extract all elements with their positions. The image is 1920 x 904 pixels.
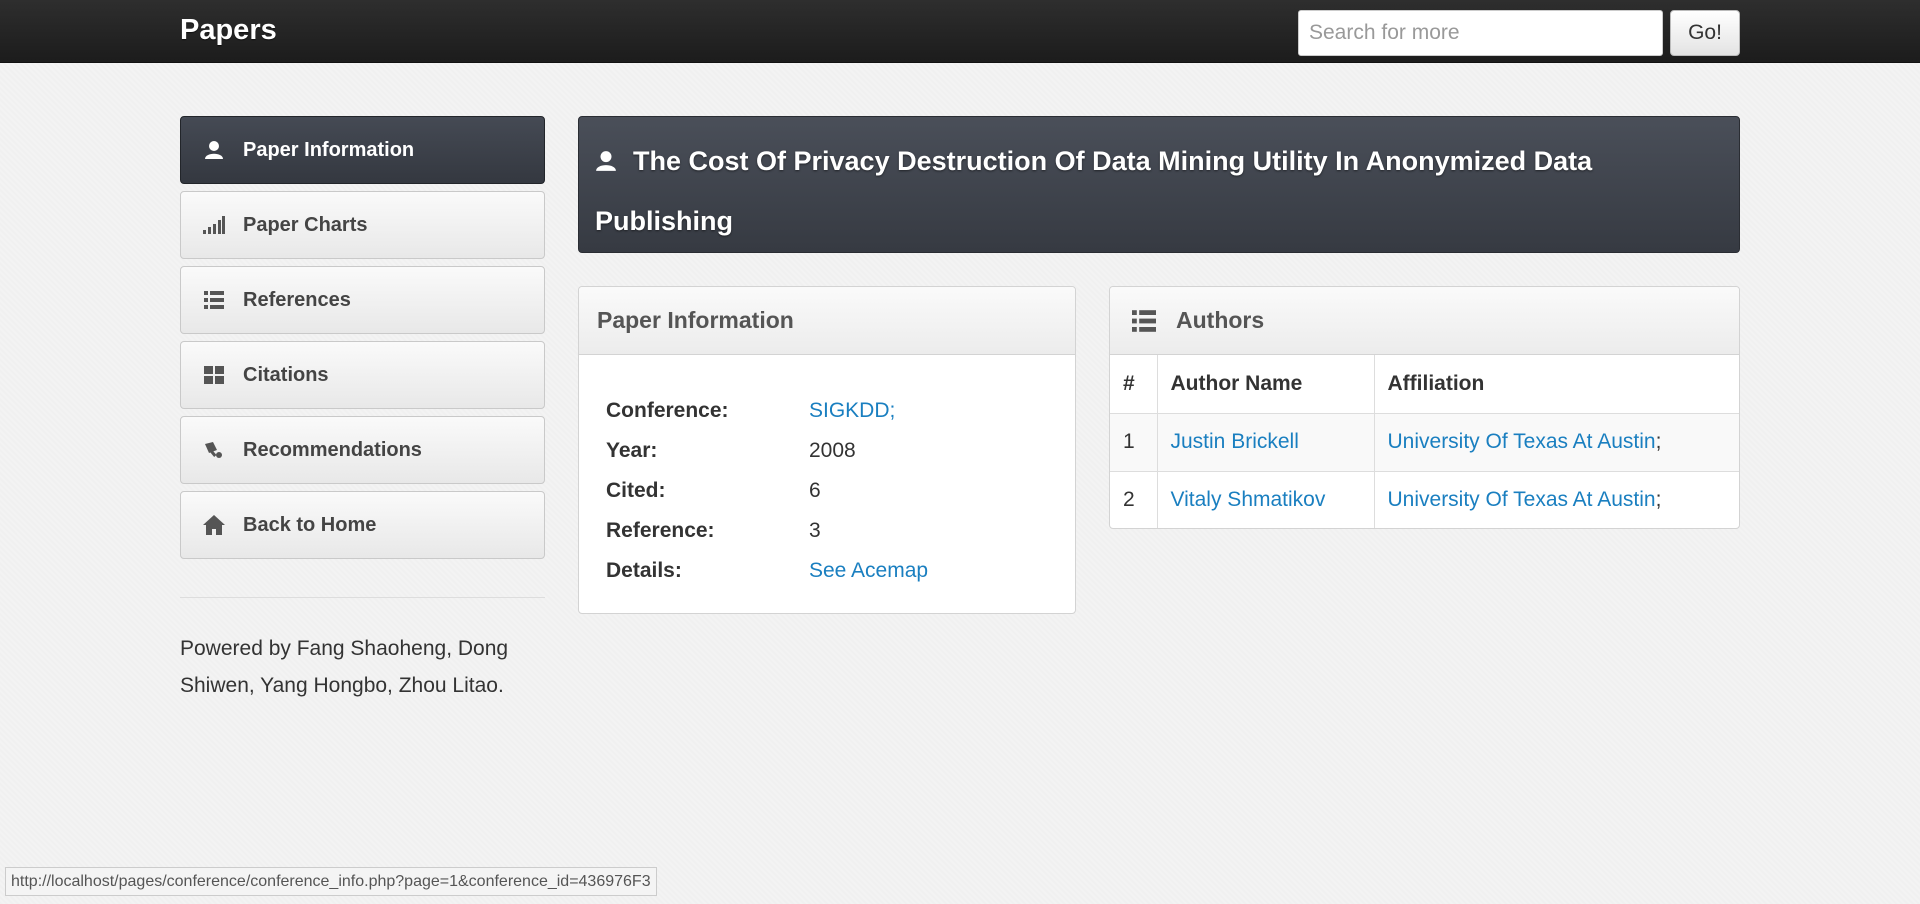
user-icon xyxy=(595,133,617,171)
column-header-number: # xyxy=(1110,355,1158,414)
table-row: 1 Justin Brickell University Of Texas At… xyxy=(1110,413,1739,472)
sidebar-item-paper-charts[interactable]: Paper Charts xyxy=(180,191,545,259)
satellite-icon xyxy=(199,439,229,461)
sidebar-item-label: Recommendations xyxy=(243,438,422,461)
sidebar-item-label: Paper Information xyxy=(243,138,415,161)
info-row-year: Year: 2008 xyxy=(606,431,1075,471)
info-label: Reference: xyxy=(606,519,715,542)
table-header-row: # Author Name Affiliation xyxy=(1110,355,1739,414)
paper-information-panel: Paper Information Conference: SIGKDD; Ye… xyxy=(578,286,1076,614)
panel-header: Paper Information xyxy=(579,287,1075,355)
paper-info-list: Conference: SIGKDD; Year: 2008 Cited: 6 … xyxy=(579,355,1075,591)
author-name-link[interactable]: Justin Brickell xyxy=(1171,430,1299,453)
year-value: 2008 xyxy=(809,439,856,462)
sidebar-item-label: References xyxy=(243,288,351,311)
authors-panel: Authors # Author Name Affiliation 1 Just… xyxy=(1109,286,1740,529)
brand-logo[interactable]: Papers xyxy=(180,14,277,47)
author-name-link[interactable]: Vitaly Shmatikov xyxy=(1171,488,1326,511)
list-icon xyxy=(1132,309,1156,332)
home-icon xyxy=(199,514,229,536)
page-title: The Cost Of Privacy Destruction Of Data … xyxy=(595,131,1723,251)
grid-icon xyxy=(199,364,229,386)
column-header-affiliation: Affiliation xyxy=(1374,355,1739,414)
info-label: Year: xyxy=(606,439,658,462)
authors-header-label: Authors xyxy=(1176,307,1265,333)
affiliation-separator: ; xyxy=(1655,430,1662,453)
conference-link[interactable]: SIGKDD; xyxy=(809,399,895,423)
info-row-cited: Cited: 6 xyxy=(606,471,1075,511)
list-icon xyxy=(199,289,229,311)
author-number: 1 xyxy=(1110,413,1158,472)
author-number: 2 xyxy=(1110,471,1158,528)
sidebar-item-citations[interactable]: Citations xyxy=(180,341,545,409)
info-label: Conference: xyxy=(606,399,729,422)
affiliation-link[interactable]: University Of Texas At Austin xyxy=(1388,488,1656,511)
sidebar-item-paper-information[interactable]: Paper Information xyxy=(180,116,545,184)
info-row-details: Details: See Acemap xyxy=(606,551,1075,591)
info-row-conference: Conference: SIGKDD; xyxy=(606,391,1075,431)
sidebar-divider xyxy=(180,597,545,598)
sidebar-item-label: Paper Charts xyxy=(243,213,368,236)
sidebar-item-label: Citations xyxy=(243,363,329,386)
sidebar-item-references[interactable]: References xyxy=(180,266,545,334)
reference-value: 3 xyxy=(809,519,821,542)
paper-title-banner: The Cost Of Privacy Destruction Of Data … xyxy=(578,116,1740,253)
affiliation-separator: ; xyxy=(1655,488,1662,512)
table-row: 2 Vitaly Shmatikov University Of Texas A… xyxy=(1110,471,1739,528)
info-label: Details: xyxy=(606,559,682,582)
sidebar-item-label: Back to Home xyxy=(243,513,377,536)
info-row-reference: Reference: 3 xyxy=(606,511,1075,551)
user-icon xyxy=(199,139,229,161)
sidebar-item-back-to-home[interactable]: Back to Home xyxy=(180,491,545,559)
authors-table: # Author Name Affiliation 1 Justin Brick… xyxy=(1110,355,1739,528)
signal-icon xyxy=(199,214,229,236)
top-navbar: Papers Go! xyxy=(0,0,1920,63)
column-header-author-name: Author Name xyxy=(1157,355,1375,414)
see-acemap-link[interactable]: See Acemap xyxy=(809,559,928,583)
paper-title-text: The Cost Of Privacy Destruction Of Data … xyxy=(595,146,1593,236)
sidebar-item-recommendations[interactable]: Recommendations xyxy=(180,416,545,484)
powered-by-text: Powered by Fang Shaoheng, Dong Shiwen, Y… xyxy=(180,637,509,697)
search-button[interactable]: Go! xyxy=(1670,10,1740,56)
panel-header: Authors xyxy=(1110,287,1739,355)
affiliation-link[interactable]: University Of Texas At Austin xyxy=(1388,430,1656,453)
sidebar-nav: Paper Information Paper Charts Reference… xyxy=(180,116,545,566)
search-input[interactable] xyxy=(1298,10,1663,56)
info-label: Cited: xyxy=(606,479,666,502)
cited-value: 6 xyxy=(809,479,821,502)
browser-status-bar: http://localhost/pages/conference/confer… xyxy=(5,867,657,896)
